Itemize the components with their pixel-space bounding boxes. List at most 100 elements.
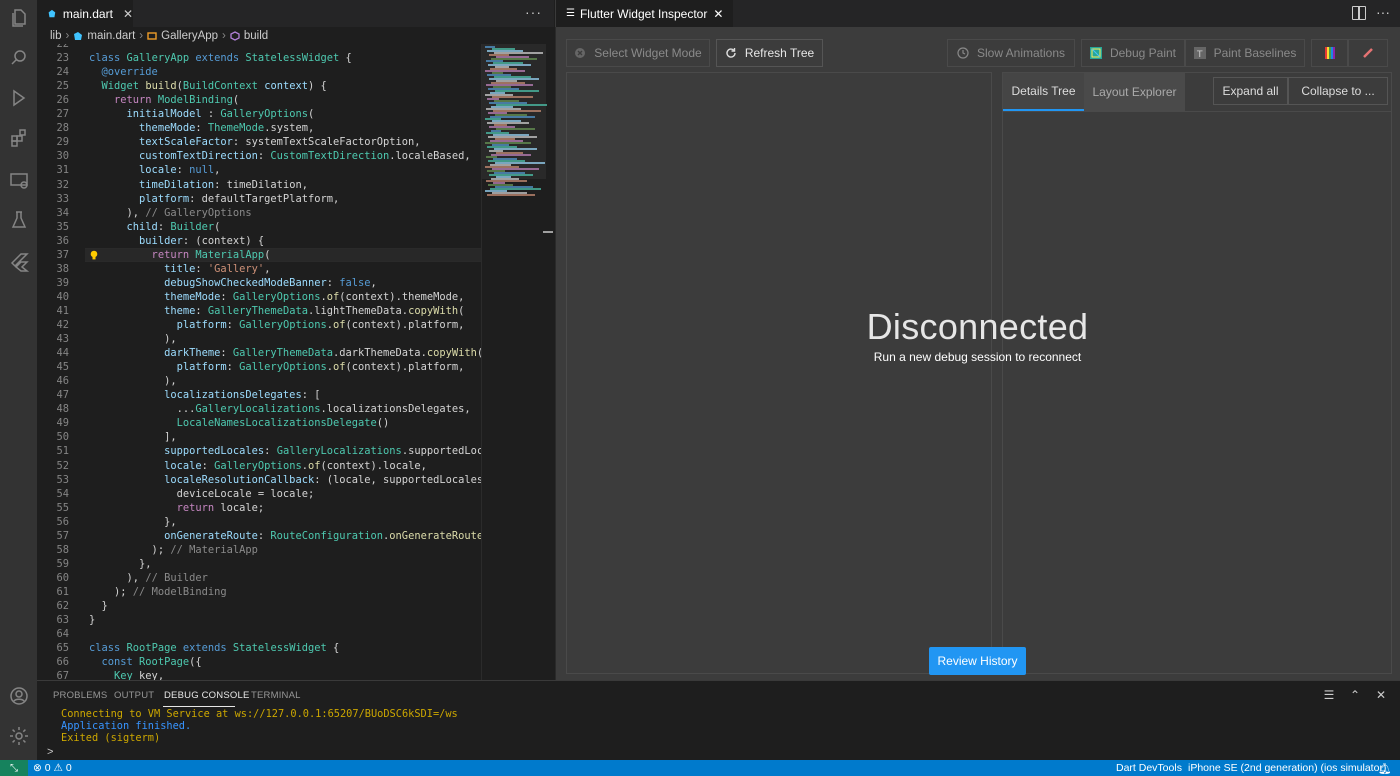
refresh-tree-button[interactable]: Refresh Tree	[716, 39, 823, 67]
explorer-icon[interactable]	[0, 0, 37, 36]
device-status[interactable]: iPhone SE (2nd generation) (ios simulato…	[1188, 762, 1386, 774]
line-number: 57	[56, 529, 69, 542]
console-prompt[interactable]: >	[47, 746, 53, 758]
filter-lines-icon[interactable]: ☰	[1322, 688, 1336, 702]
code-line: return locale;	[89, 501, 265, 514]
line-number: 37	[56, 248, 69, 261]
code-line: ...GalleryLocalizations.localizationsDel…	[89, 403, 471, 416]
expand-all-button[interactable]: Expand all	[1213, 77, 1288, 105]
dart-file-icon	[74, 31, 83, 40]
close-icon[interactable]: ✕	[713, 7, 723, 21]
debug-paint-button[interactable]: Debug Paint	[1081, 39, 1185, 67]
problems-status[interactable]: ⊗ 0 ⚠ 0	[33, 762, 72, 774]
target-icon	[575, 48, 586, 58]
code-line: themeMode: GalleryOptions.of(context).th…	[89, 290, 465, 303]
paint-baselines-button[interactable]: T Paint Baselines	[1185, 39, 1305, 67]
breadcrumb-class[interactable]: GalleryApp	[161, 30, 218, 42]
code-line: }	[89, 614, 96, 627]
review-history-button[interactable]: Review History	[929, 647, 1026, 675]
tab-label: main.dart	[62, 6, 113, 21]
line-number: 42	[56, 319, 69, 331]
minimap-line	[487, 194, 535, 196]
refresh-tree-label: Refresh Tree	[744, 46, 815, 60]
minimap-line	[496, 128, 535, 130]
line-number: 28	[56, 122, 69, 135]
breadcrumb-lib[interactable]: lib	[50, 30, 62, 42]
close-icon[interactable]: ✕	[123, 7, 133, 21]
code-line: platform: GalleryOptions.of(context).pla…	[89, 361, 465, 374]
line-number: 46	[56, 375, 69, 388]
select-widget-mode-button[interactable]: Select Widget Mode	[566, 39, 710, 67]
line-number: 50	[56, 431, 69, 444]
slow-animations-button[interactable]: Slow Animations	[947, 39, 1075, 67]
code-line: localeResolutionCallback: (locale, suppo…	[89, 473, 481, 486]
debug-paint-icon	[1089, 47, 1102, 59]
code-line: locale: null,	[89, 164, 221, 177]
maximize-panel-icon[interactable]: ⌃	[1348, 688, 1362, 702]
breadcrumb-file[interactable]: main.dart	[87, 30, 135, 42]
minimap-line	[485, 70, 525, 72]
line-number: 63	[56, 614, 69, 627]
repaint-rainbow-button[interactable]	[1311, 39, 1348, 67]
debug-paint-label: Debug Paint	[1109, 46, 1177, 60]
minimap[interactable]	[481, 44, 554, 680]
console-line: Exited (sigterm)	[61, 732, 161, 744]
testing-icon[interactable]	[0, 202, 37, 238]
code-line: localizationsDelegates: [	[89, 389, 321, 402]
code-editor[interactable]: 22 23 class GalleryApp extends StatelessWi…	[37, 44, 481, 680]
dart-devtools-status[interactable]: Dart DevTools	[1116, 762, 1182, 774]
line-number: 66	[56, 656, 69, 669]
collapse-button[interactable]: Collapse to ...	[1288, 77, 1388, 105]
tab-main-dart[interactable]: main.dart ✕	[37, 0, 133, 27]
tab-flutter-widget-inspector[interactable]: ☰ Flutter Widget Inspector ✕	[556, 0, 734, 27]
split-editor-icon[interactable]	[1352, 6, 1366, 20]
chevron-right-icon: ›	[139, 29, 144, 42]
tab-details-tree[interactable]: Details Tree	[1003, 73, 1084, 111]
widget-tree-panel[interactable]	[566, 72, 1010, 674]
code-line: class RootPage extends StatelessWidget {	[89, 642, 340, 655]
tab-output[interactable]: OUTPUT	[114, 690, 154, 701]
scrollbar-marker	[543, 231, 553, 233]
tab-terminal[interactable]: TERMINAL	[251, 690, 301, 701]
bottom-panel: PROBLEMS OUTPUT DEBUG CONSOLE TERMINAL ☰…	[37, 680, 1400, 760]
remote-indicator-icon[interactable]: ⤡	[0, 760, 28, 776]
remote-explorer-icon[interactable]	[0, 162, 37, 198]
code-line: debugShowCheckedModeBanner: false,	[89, 276, 377, 289]
tab-debug-console[interactable]: DEBUG CONSOLE	[164, 690, 249, 701]
search-icon[interactable]	[0, 40, 37, 76]
code-line: themeMode: ThemeMode.system,	[89, 122, 315, 135]
pencil-ruler-icon	[1363, 48, 1373, 58]
active-tab-indicator	[163, 706, 235, 707]
settings-gear-icon[interactable]	[0, 718, 37, 754]
tab-label: Flutter Widget Inspector	[579, 6, 708, 21]
line-number: 30	[56, 150, 69, 163]
more-actions-icon[interactable]: ···	[1376, 4, 1390, 20]
activity-bar	[0, 0, 37, 760]
details-tab-bar: Details Tree Layout Explorer	[1003, 73, 1185, 111]
notifications-bell-icon[interactable]: 🔔︎	[1378, 762, 1391, 775]
flutter-icon[interactable]	[0, 244, 37, 280]
line-number: 27	[56, 108, 69, 121]
code-line: title: 'Gallery',	[89, 262, 271, 275]
error-icon: ⊗	[33, 762, 42, 774]
code-line: class GalleryApp extends StatelessWidget…	[89, 52, 352, 65]
close-panel-icon[interactable]: ✕	[1374, 688, 1388, 702]
run-debug-icon[interactable]	[0, 80, 37, 116]
slow-animations-label: Slow Animations	[976, 46, 1066, 60]
status-bar: ⤡ ⊗ 0 ⚠ 0 Dart DevTools iPhone SE (2nd g…	[0, 760, 1400, 776]
invert-oversized-images-button[interactable]	[1348, 39, 1388, 67]
more-actions-icon[interactable]: ···	[525, 4, 542, 20]
code-line: platform: defaultTargetPlatform,	[89, 192, 340, 205]
tab-problems[interactable]: PROBLEMS	[53, 690, 107, 701]
extensions-icon[interactable]	[0, 120, 37, 156]
code-line: ),	[89, 375, 177, 388]
tab-layout-explorer[interactable]: Layout Explorer	[1084, 73, 1185, 111]
code-line: ); // MaterialApp	[89, 543, 258, 556]
account-icon[interactable]	[0, 678, 37, 714]
code-line: @override	[89, 66, 158, 79]
line-number: 58	[56, 543, 69, 556]
code-line: ), // GalleryOptions	[89, 206, 252, 219]
line-number: 23	[56, 52, 69, 65]
code-line: platform: GalleryOptions.of(context).pla…	[89, 319, 465, 331]
breadcrumb-method[interactable]: build	[244, 30, 268, 42]
